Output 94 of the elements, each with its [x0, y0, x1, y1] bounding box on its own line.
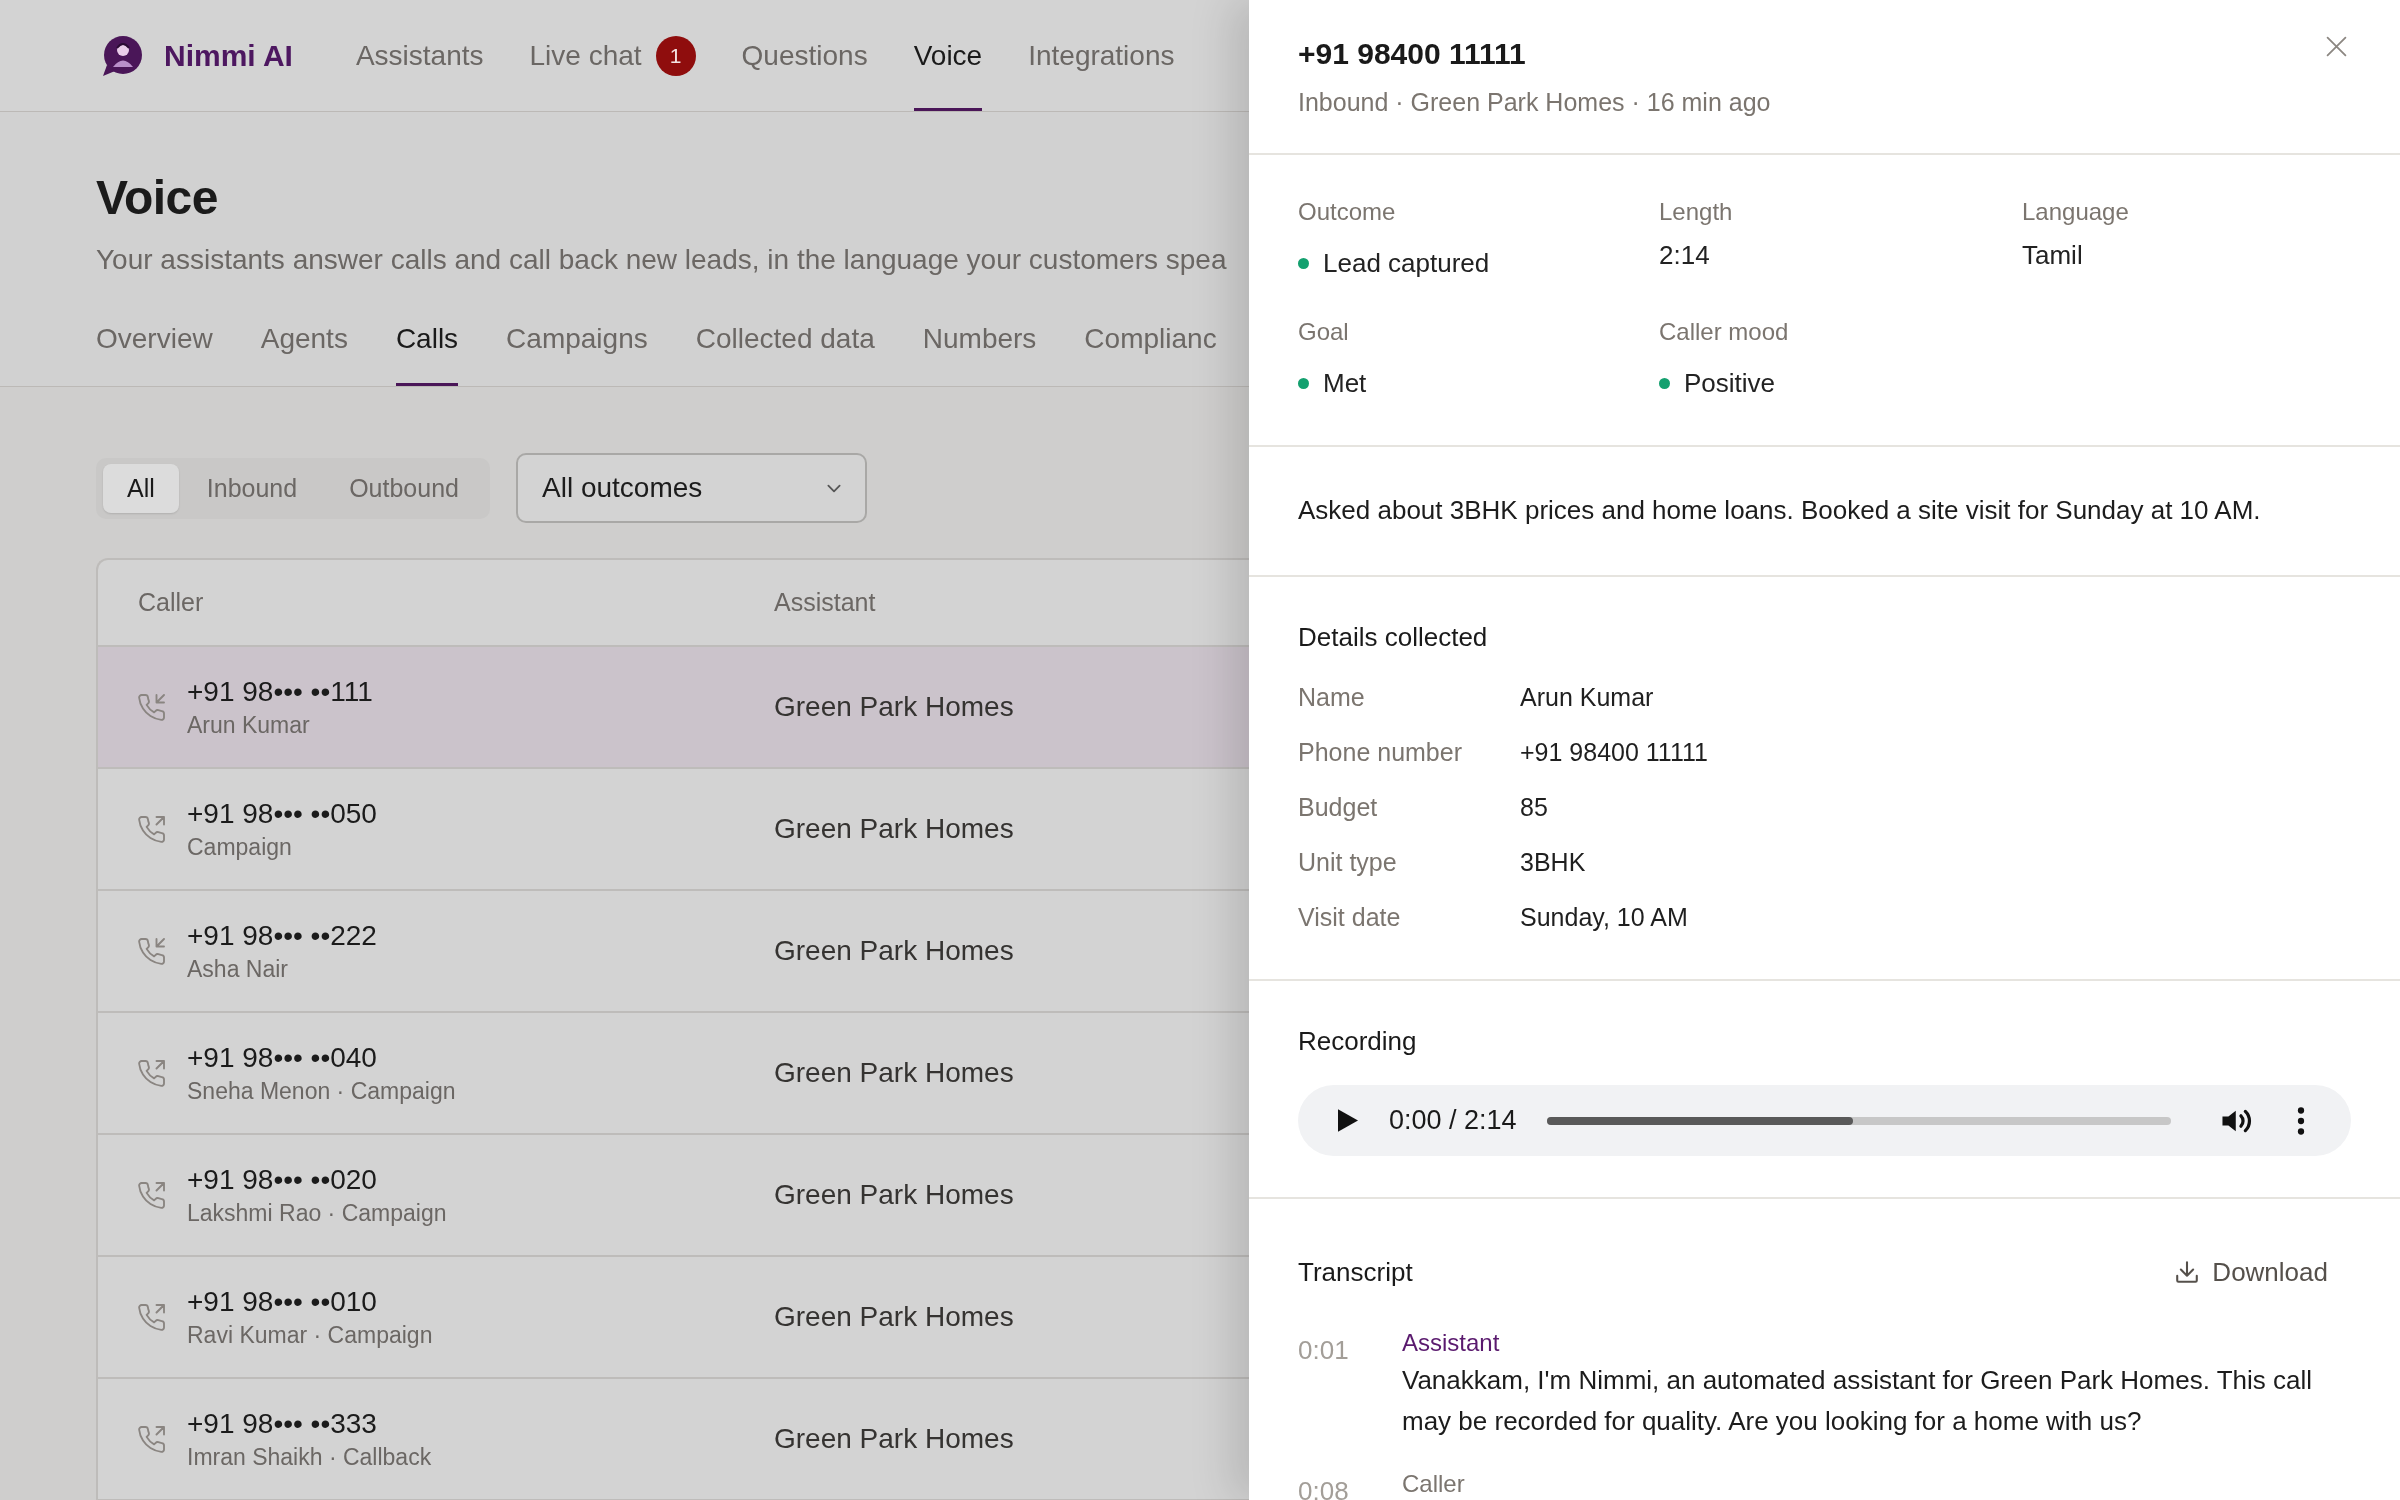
- nav-link[interactable]: Integrations: [1028, 0, 1175, 111]
- caller-detail: Asha Nair: [187, 955, 288, 984]
- page-tab[interactable]: Complianc: [1084, 303, 1217, 386]
- outgoing-call-icon: [138, 1425, 165, 1453]
- call-row[interactable]: +91 98••• ••222 Asha Nair Green Park Homes: [98, 891, 1249, 1013]
- section-heading: Details collected: [1298, 621, 1488, 654]
- page-title: Voice: [96, 170, 218, 226]
- page-subtitle: Your assistants answer calls and call back new leads, in the language your customers spea: [96, 243, 1227, 277]
- page-tab[interactable]: Campaigns: [506, 303, 648, 386]
- stat-value: 2:14: [1659, 239, 1710, 272]
- assistant-name: Green Park Homes: [774, 1423, 1014, 1455]
- page-tab[interactable]: Overview: [96, 303, 213, 386]
- caller-detail: Sneha Menon · Campaign: [187, 1077, 456, 1106]
- stat-value: Tamil: [2022, 239, 2083, 272]
- more-options-icon[interactable]: [2297, 1106, 2305, 1135]
- stat-value: Positive: [1684, 367, 1776, 400]
- page-tab[interactable]: Collected data: [695, 303, 875, 386]
- field-label: Budget: [1298, 793, 1378, 822]
- caller-number: +91 98••• ••222: [187, 919, 377, 953]
- stat-value: Lead captured: [1323, 247, 1490, 280]
- outgoing-call-icon: [138, 1181, 165, 1209]
- speaker-label: Assistant: [1402, 1328, 1500, 1358]
- filter-option[interactable]: All: [103, 463, 179, 513]
- outgoing-call-icon: [138, 815, 165, 843]
- nav-link[interactable]: Assistants: [355, 0, 484, 111]
- call-summary: Asked about 3BHK prices and home loans. Booked a site visit for Sunday at 10 AM.: [1298, 494, 2261, 527]
- assistant-name: Green Park Homes: [774, 1301, 1014, 1333]
- playback-time: 0:00 / 2:14: [1389, 1105, 1517, 1136]
- call-title: +91 98400 11111: [1298, 36, 1526, 72]
- count-badge: 1: [655, 35, 696, 76]
- caller-number: +91 98••• ••010: [187, 1285, 377, 1319]
- field-label: Phone number: [1298, 738, 1462, 767]
- outgoing-call-icon: [138, 1303, 165, 1331]
- field-value: Arun Kumar: [1520, 683, 1654, 712]
- assistant-name: Green Park Homes: [774, 813, 1014, 845]
- call-meta: Inbound · Green Park Homes · 16 min ago: [1298, 87, 1771, 118]
- call-row[interactable]: +91 98••• ••020 Lakshmi Rao · Campaign Green Park Homes: [98, 1135, 1249, 1257]
- stat-label: Caller mood: [1659, 317, 1789, 347]
- column-header: Assistant: [774, 588, 876, 617]
- caller-number: +91 98••• ••020: [187, 1163, 377, 1197]
- nav-link[interactable]: Live chat 1: [529, 0, 696, 111]
- volume-icon[interactable]: [2221, 1108, 2252, 1133]
- transcript-text: Vanakkam, I'm Nimmi, an automated assistant for Green Park Homes. This call may be recorded for quality. Are you looking for a home with us?: [1402, 1364, 2313, 1438]
- transcript-time: 0:08: [1298, 1475, 1349, 1500]
- speaker-label: Caller: [1402, 1469, 1465, 1499]
- caller-detail: Campaign: [187, 833, 292, 862]
- brand-name: Nimmi AI: [164, 38, 293, 73]
- caller-number: +91 98••• ••050: [187, 797, 377, 831]
- outcome-dropdown[interactable]: All outcomes: [516, 453, 867, 523]
- stat-label: Goal: [1298, 317, 1349, 347]
- transcript-time: 0:01: [1298, 1334, 1349, 1366]
- stat-label: Language: [2022, 197, 2129, 227]
- incoming-call-icon: [138, 937, 165, 965]
- assistant-name: Green Park Homes: [774, 1057, 1014, 1089]
- section-heading: Recording: [1298, 1025, 1417, 1058]
- chevron-down-icon: [827, 483, 841, 493]
- section-heading: Transcript: [1298, 1256, 1413, 1289]
- caller-detail: Imran Shaikh · Callback: [187, 1443, 432, 1472]
- field-value: Sunday, 10 AM: [1520, 903, 1688, 932]
- caller-number: +91 98••• ••040: [187, 1041, 377, 1075]
- stat-label: Length: [1659, 197, 1733, 227]
- incoming-call-icon: [138, 693, 165, 721]
- progress-track[interactable]: [1546, 1116, 2171, 1125]
- field-value: 3BHK: [1520, 848, 1586, 877]
- assistant-name: Green Park Homes: [774, 1179, 1014, 1211]
- field-value: +91 98400 11111: [1520, 738, 1708, 767]
- field-label: Visit date: [1298, 903, 1401, 932]
- download-button[interactable]: Download: [2176, 1256, 2328, 1288]
- call-row[interactable]: +91 98••• ••010 Ravi Kumar · Campaign Green Park Homes: [98, 1257, 1249, 1379]
- column-header: Caller: [138, 588, 204, 617]
- logo-icon[interactable]: [100, 33, 144, 78]
- caller-detail: Arun Kumar: [187, 711, 310, 740]
- caller-detail: Ravi Kumar · Campaign: [187, 1321, 433, 1350]
- page-tab[interactable]: Numbers: [922, 303, 1037, 386]
- call-row[interactable]: +91 98••• ••111 Arun Kumar Green Park Homes: [98, 647, 1249, 769]
- page-tab[interactable]: Agents: [260, 303, 348, 386]
- assistant-name: Green Park Homes: [774, 935, 1014, 967]
- call-row[interactable]: +91 98••• ••050 Campaign Green Park Homes: [98, 769, 1249, 891]
- nav-link[interactable]: Questions: [741, 0, 868, 111]
- caller-detail: Lakshmi Rao · Campaign: [187, 1199, 447, 1228]
- assistant-name: Green Park Homes: [774, 691, 1014, 723]
- play-icon[interactable]: [1338, 1109, 1358, 1132]
- page-tab[interactable]: Calls: [395, 303, 459, 386]
- field-value: 85: [1520, 793, 1548, 822]
- field-label: Name: [1298, 683, 1365, 712]
- caller-number: +91 98••• ••111: [187, 675, 373, 709]
- download-icon: [2176, 1261, 2199, 1283]
- caller-number: +91 98••• ••333: [187, 1407, 377, 1441]
- outgoing-call-icon: [138, 1059, 165, 1087]
- stat-value: Met: [1323, 367, 1367, 400]
- field-label: Unit type: [1298, 848, 1397, 877]
- stat-label: Outcome: [1298, 197, 1396, 227]
- close-icon[interactable]: [2326, 36, 2347, 57]
- call-row[interactable]: +91 98••• ••040 Sneha Menon · Campaign Green Park Homes: [98, 1013, 1249, 1135]
